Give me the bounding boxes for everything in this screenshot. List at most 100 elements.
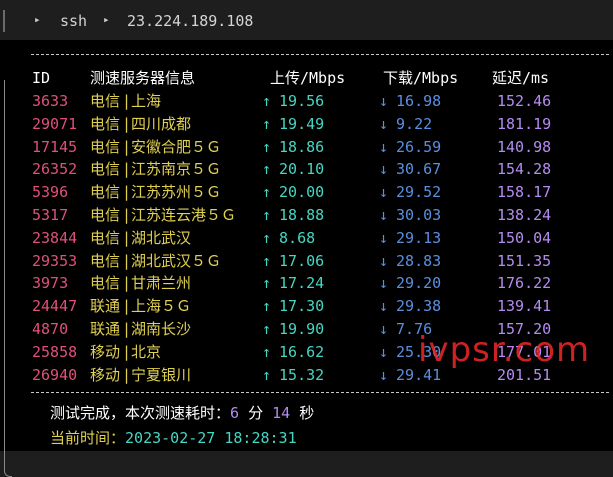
row-location-group: |湖北武汉５Ｇ [122, 250, 221, 272]
row-upload: 19.56 [279, 92, 325, 110]
row-isp: 电信 [90, 206, 121, 224]
row-separator: | [122, 206, 132, 224]
row-latency: 158.17 [497, 183, 552, 202]
arrow-down-icon: ↓ [379, 365, 389, 384]
row-location-group: |江苏连云港５Ｇ [122, 204, 236, 226]
table-row: 24447 联通 |上海５Ｇ ↑ 17.30 ↓ 29.38 139.41 [0, 295, 613, 317]
arrow-up-icon: ↑ [262, 228, 272, 247]
row-upload: 19.49 [279, 114, 325, 133]
row-location-group: |宁夏银川 [122, 364, 191, 386]
bottom-divider [31, 392, 609, 393]
row-location-group: |安徽合肥５Ｇ [122, 136, 221, 158]
row-isp: 电信 [90, 228, 121, 247]
row-upload-group: ↑ 19.90 [262, 318, 324, 340]
titlebar-divider [3, 10, 5, 32]
arrow-up-icon: ↑ [262, 137, 272, 156]
row-latency: 154.28 [497, 160, 552, 179]
header-download: 下载/Mbps [383, 69, 459, 87]
arrow-up-icon: ↑ [262, 114, 272, 133]
row-upload-group: ↑ 18.88 [262, 204, 324, 226]
row-download-group: ↓ 26.59 [379, 136, 441, 158]
row-download: 9.22 [396, 114, 433, 133]
row-latency: 176.22 [497, 274, 552, 293]
row-location: 江苏连云港５Ｇ [131, 206, 237, 224]
row-location: 上海 [131, 92, 162, 110]
header-server: 测速服务器信息 [90, 69, 196, 87]
row-id: 4870 [32, 320, 69, 338]
row-id: 5317 [32, 206, 69, 224]
table-row: 26352 电信 |江苏南京５Ｇ ↑ 20.10 ↓ 30.67 154.28 [0, 158, 613, 180]
table-row: 5317 电信 |江苏连云港５Ｇ ↑ 18.88 ↓ 30.03 138.24 [0, 204, 613, 226]
row-separator: | [122, 183, 132, 202]
row-upload: 20.10 [279, 160, 325, 179]
row-location: 四川成都 [131, 114, 192, 133]
terminal-output[interactable]: ID 测速服务器信息 上传/Mbps 下载/Mbps 延迟/ms 3633 电信 |… [0, 40, 613, 477]
arrow-down-icon: ↓ [379, 320, 389, 338]
row-latency: 138.24 [497, 206, 552, 224]
arrow-up-icon: ↑ [262, 365, 272, 384]
ssh-command-label: ssh [60, 12, 88, 30]
arrow-down-icon: ↓ [379, 183, 389, 202]
row-isp: 联通 [90, 320, 121, 338]
row-location: 甘肃兰州 [131, 274, 192, 293]
row-id: 23844 [32, 228, 78, 247]
row-id: 3973 [32, 274, 69, 293]
row-download-group: ↓ 9.22 [379, 113, 432, 135]
header-latency: 延迟/ms [492, 69, 550, 87]
arrow-up-icon: ↑ [262, 160, 272, 179]
current-time-line: 当前时间：2023-02-27 18:28:31 [50, 427, 297, 449]
row-separator: | [122, 320, 132, 338]
row-location: 安徽合肥５Ｇ [131, 137, 222, 156]
arrow-up-icon: ↑ [262, 320, 272, 338]
test-complete-text: 测试完成，本次测速耗时： [50, 404, 231, 422]
row-location-group: |上海５Ｇ [122, 295, 191, 317]
arrow-down-icon: ↓ [379, 251, 389, 270]
row-upload: 16.62 [279, 342, 325, 361]
row-latency: 152.46 [497, 92, 552, 110]
row-download-group: ↓ 30.67 [379, 158, 441, 180]
arrow-up-icon: ↑ [262, 251, 272, 270]
ssh-host-label[interactable]: 23.224.189.108 [127, 12, 253, 30]
row-download: 29.52 [396, 183, 442, 202]
table-row: 5396 电信 |江苏苏州５Ｇ ↑ 20.00 ↓ 29.52 158.17 [0, 181, 613, 203]
row-separator: | [122, 114, 132, 133]
row-id: 24447 [32, 297, 78, 316]
row-download-group: ↓ 29.20 [379, 272, 441, 294]
row-id: 26352 [32, 160, 78, 179]
row-upload-group: ↑ 16.62 [262, 341, 324, 363]
row-separator: | [122, 365, 132, 384]
row-separator: | [122, 137, 132, 156]
row-download-group: ↓ 16.98 [379, 90, 441, 112]
arrow-down-icon: ↓ [379, 274, 389, 293]
row-upload: 8.68 [279, 228, 316, 247]
row-upload-group: ↑ 15.32 [262, 364, 324, 386]
table-row: 3633 电信 |上海 ↑ 19.56 ↓ 16.98 152.46 [0, 90, 613, 112]
table-row: 29353 电信 |湖北武汉５Ｇ ↑ 17.06 ↓ 28.83 151.35 [0, 250, 613, 272]
top-divider [31, 54, 609, 55]
arrow-down-icon: ↓ [379, 206, 389, 224]
table-row: 3973 电信 |甘肃兰州 ↑ 17.24 ↓ 29.20 176.22 [0, 272, 613, 294]
row-download: 29.20 [396, 274, 442, 293]
row-download-group: ↓ 29.38 [379, 295, 441, 317]
row-location-group: |湖北武汉 [122, 227, 191, 249]
row-upload: 15.32 [279, 365, 325, 384]
row-download: 30.67 [396, 160, 442, 179]
row-isp: 电信 [90, 251, 121, 270]
row-download: 26.59 [396, 137, 442, 156]
row-download: 28.83 [396, 251, 442, 270]
test-complete-line: 测试完成，本次测速耗时：6 分 14 秒 [50, 402, 314, 424]
arrow-up-icon: ↑ [262, 206, 272, 224]
seconds-unit: 秒 [299, 404, 315, 422]
row-upload-group: ↑ 17.30 [262, 295, 324, 317]
terminal-titlebar: ▸ ssh ▸ 23.224.189.108 [0, 0, 613, 40]
row-isp: 电信 [90, 92, 121, 110]
current-time-value: 2023-02-27 18:28:31 [125, 429, 297, 447]
arrow-down-icon: ↓ [379, 160, 389, 179]
chevron-right-icon: ▸ [103, 13, 110, 26]
row-upload-group: ↑ 19.49 [262, 113, 324, 135]
row-download-group: ↓ 29.52 [379, 181, 441, 203]
row-location: 湖北武汉 [131, 228, 192, 247]
row-separator: | [122, 274, 132, 293]
row-location-group: |湖南长沙 [122, 318, 191, 340]
row-location-group: |四川成都 [122, 113, 191, 135]
